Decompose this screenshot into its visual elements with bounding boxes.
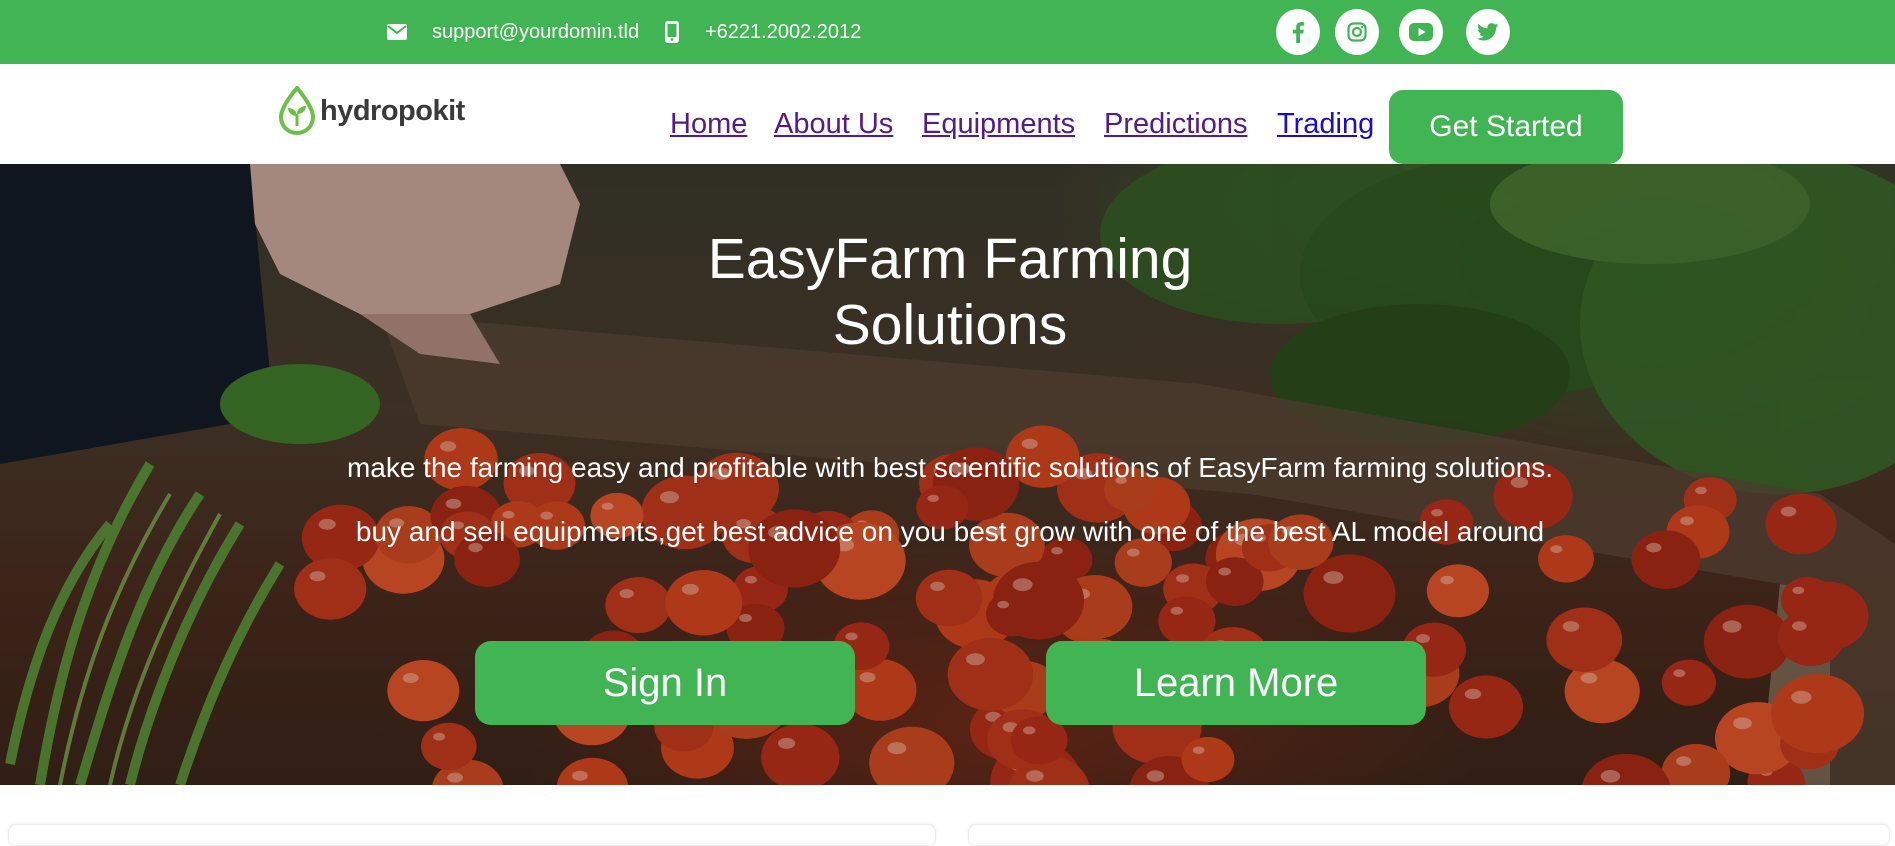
learn-more-button[interactable]: Learn More (1046, 641, 1426, 725)
envelope-icon (386, 21, 408, 43)
hero-description-line-1: make the farming easy and profitable wit… (346, 452, 1554, 483)
youtube-icon[interactable] (1399, 9, 1443, 55)
facebook-icon[interactable] (1276, 9, 1320, 55)
instagram-icon[interactable] (1335, 9, 1379, 55)
twitter-icon[interactable] (1466, 9, 1510, 55)
email-text[interactable]: support@yourdomin.tld (432, 21, 639, 44)
sign-in-button[interactable]: Sign In (475, 641, 855, 725)
feature-card-left (8, 824, 936, 846)
hero-description-line-2: buy and sell equipments,get best advice … (355, 516, 1545, 547)
mobile-phone-icon (661, 21, 683, 43)
nav-home-link[interactable]: Home (670, 108, 747, 141)
nav-about-link[interactable]: About Us (774, 108, 893, 141)
hero-title-line-1: EasyFarm Farming (707, 227, 1193, 291)
logo-text: hydropokit (320, 94, 465, 127)
brand-logo[interactable]: hydropokit (278, 86, 465, 136)
hero-title-line-2: Solutions (832, 293, 1068, 357)
leaf-drop-icon (278, 86, 316, 136)
nav-equipments-link[interactable]: Equipments (922, 108, 1075, 141)
top-contact-bar: support@yourdomin.tld +6221.2002.2012 (0, 0, 1895, 64)
main-navbar: hydropokit Home About Us Equipments Pred… (0, 64, 1895, 164)
contact-email[interactable]: support@yourdomin.tld (386, 0, 639, 64)
feature-card-right (968, 824, 1890, 846)
nav-predictions-link[interactable]: Predictions (1104, 108, 1247, 141)
phone-text[interactable]: +6221.2002.2012 (705, 21, 861, 44)
hero-section: EasyFarm Farming Solutions make the farm… (0, 164, 1895, 785)
contact-phone[interactable]: +6221.2002.2012 (661, 0, 861, 64)
hero-title: EasyFarm Farming Solutions (0, 226, 1895, 358)
nav-trading-link[interactable]: Trading (1277, 108, 1374, 141)
get-started-button[interactable]: Get Started (1389, 90, 1623, 164)
